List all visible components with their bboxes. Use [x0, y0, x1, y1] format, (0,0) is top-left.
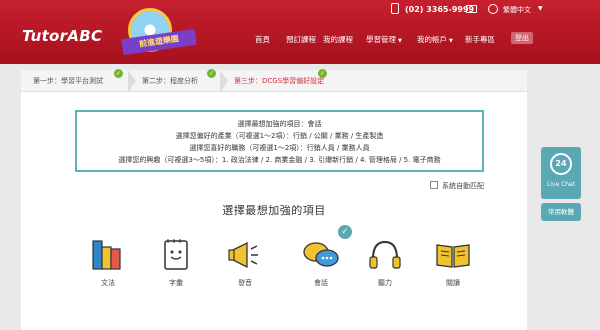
nav-my-account[interactable]: 我的帳戶 ▼: [417, 34, 453, 46]
logout-button[interactable]: 登出: [511, 32, 533, 44]
option-pronunciation[interactable]: [225, 235, 265, 275]
selection-summary: 選擇最想加強的項目：會話 選擇您偏好的產業（可複選1～2項）：行銷 / 公關 /…: [75, 110, 484, 172]
summary-job: 選擇您喜好的職務（可複選1～2項）：行銷人員 / 業務人員: [189, 144, 370, 152]
step-separator: [128, 70, 138, 92]
auto-match-checkbox[interactable]: [430, 181, 438, 189]
books-icon: [92, 240, 121, 270]
option-vocabulary[interactable]: [156, 235, 196, 275]
step-3: 第三步：DCGS學習偏好設定: [234, 77, 325, 85]
section-title: 選擇最想加強的項目: [222, 204, 326, 217]
nav-my-classes[interactable]: 我的課程: [323, 34, 353, 46]
nav-learning-management[interactable]: 學習管理 ▼: [366, 34, 402, 46]
option-reading-label: 閱讀: [446, 279, 460, 287]
summary-interests: 選擇您的興趣（可複選3～5項）：1. 政治法律 / 2. 商業金融 / 3. 引…: [118, 156, 441, 164]
tutorabc-logo[interactable]: TutorABC: [22, 27, 102, 45]
chevron-down-icon[interactable]: ▼: [538, 5, 543, 17]
live-chat-label: Live Chat: [546, 181, 576, 188]
option-listening[interactable]: [365, 235, 405, 275]
check-icon: ✓: [318, 69, 327, 78]
summary-industry: 選擇您偏好的產業（可複選1～2項）：行銷 / 公關 / 業務 / 生產製造: [175, 132, 384, 140]
nav-learning-management-label: 學習管理: [366, 35, 396, 44]
globe-icon: [488, 4, 498, 14]
step-separator: [220, 70, 230, 92]
chevron-down-icon: ▼: [449, 38, 453, 44]
promo-badge[interactable]: 前進遊樂園: [112, 8, 197, 56]
mail-icon[interactable]: [466, 5, 477, 13]
summary-focus: 選擇最想加強的項目：會話: [237, 120, 322, 128]
option-listening-label: 聽力: [378, 279, 392, 287]
step-2: 第二步：程度分析: [142, 77, 198, 85]
option-grammar[interactable]: [88, 235, 128, 275]
chat-bubbles-icon: [303, 242, 339, 267]
nav-beginner-zone[interactable]: 新手專區: [465, 34, 495, 46]
selected-check-icon: ✓: [338, 225, 352, 239]
option-grammar-label: 文法: [101, 279, 115, 287]
check-icon: ✓: [207, 69, 216, 78]
24h-icon: 24: [550, 153, 572, 175]
chevron-down-icon: ▼: [398, 38, 402, 44]
open-book-icon: [436, 244, 470, 268]
nav-my-account-label: 我的帳戶: [417, 35, 447, 44]
option-vocabulary-label: 字彙: [169, 279, 183, 287]
main-card: [21, 70, 527, 330]
nav-home[interactable]: 首頁: [255, 34, 270, 46]
option-pronunciation-label: 發音: [238, 279, 252, 287]
option-conversation[interactable]: [301, 235, 341, 275]
megaphone-icon: [228, 241, 258, 269]
notebook-icon: [164, 239, 188, 270]
headphones-icon: [369, 240, 401, 269]
option-conversation-label: 會話: [314, 279, 328, 287]
language-select[interactable]: 繁體中文: [503, 5, 531, 17]
step-1: 第一步：學習平台測試: [33, 77, 103, 85]
auto-match-label[interactable]: 系統自動匹配: [442, 181, 484, 191]
option-reading[interactable]: [433, 235, 473, 275]
common-software-button[interactable]: 常用軟體: [541, 203, 581, 221]
check-icon: ✓: [114, 69, 123, 78]
nav-book-class[interactable]: 預訂課程: [286, 34, 316, 46]
phone-icon: [391, 3, 399, 14]
live-chat-button[interactable]: 24 Live Chat: [541, 147, 581, 199]
phone-number: (02) 3365-9999: [405, 5, 475, 14]
